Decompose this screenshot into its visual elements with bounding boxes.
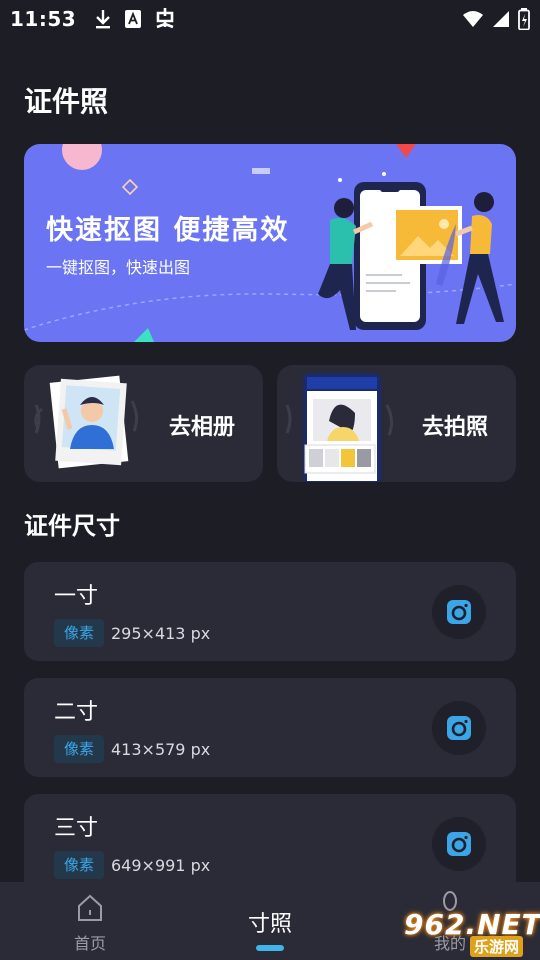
size-dimensions: 295×413 px	[111, 624, 211, 643]
download-icon	[94, 8, 112, 30]
phone-camera-icon	[285, 373, 394, 482]
pixel-badge: 像素	[54, 851, 105, 879]
camera-button[interactable]	[432, 701, 486, 755]
camera-icon	[447, 600, 471, 624]
nav-id-photo[interactable]: 寸照	[210, 882, 330, 960]
status-bar: 11:53	[0, 0, 540, 38]
size-dimensions: 649×991 px	[111, 856, 211, 875]
watermark-bottom: 乐游网	[470, 936, 524, 957]
home-icon	[77, 894, 103, 926]
pixel-badge: 像素	[54, 619, 105, 647]
size-name: 二寸	[54, 700, 99, 725]
status-time: 11:53	[10, 7, 77, 31]
size-name: 一寸	[54, 584, 99, 609]
size-dimensions: 413×579 px	[111, 740, 211, 759]
promo-banner[interactable]: 快速抠图 便捷高效 一键抠图，快速出图	[24, 144, 516, 342]
album-photo-icon	[34, 375, 139, 469]
nav-home[interactable]: 首页	[30, 882, 150, 960]
banner-title: 快速抠图 便捷高效	[46, 215, 290, 246]
go-album-label: 去相册	[168, 415, 235, 440]
go-album-button[interactable]: 去相册	[24, 365, 263, 482]
font-a-icon	[124, 9, 142, 29]
watermark-logo: 962.NET 乐游网	[400, 906, 540, 958]
nav-id-photo-label: 寸照	[247, 912, 292, 937]
battery-icon	[518, 8, 530, 30]
status-notification-icons	[94, 7, 176, 31]
size-name: 三寸	[54, 816, 99, 841]
signal-icon	[492, 10, 510, 28]
banner-subtitle: 一键抠图，快速出图	[46, 258, 191, 277]
camera-icon	[447, 832, 471, 856]
go-camera-button[interactable]: 去拍照	[277, 365, 516, 482]
section-title: 证件尺寸	[24, 512, 120, 540]
go-camera-label: 去拍照	[421, 415, 488, 440]
page-title: 证件照	[24, 85, 109, 118]
size-card-1inch[interactable]: 一寸 像素 295×413 px	[24, 562, 516, 661]
app-icon	[154, 7, 176, 31]
camera-icon	[447, 716, 471, 740]
wifi-icon	[462, 10, 484, 28]
size-card-2inch[interactable]: 二寸 像素 413×579 px	[24, 678, 516, 777]
camera-button[interactable]	[432, 585, 486, 639]
pixel-badge: 像素	[54, 735, 105, 763]
nav-home-label: 首页	[73, 934, 106, 953]
status-system-icons	[462, 8, 530, 30]
nav-active-indicator	[256, 945, 284, 951]
camera-button[interactable]	[432, 817, 486, 871]
